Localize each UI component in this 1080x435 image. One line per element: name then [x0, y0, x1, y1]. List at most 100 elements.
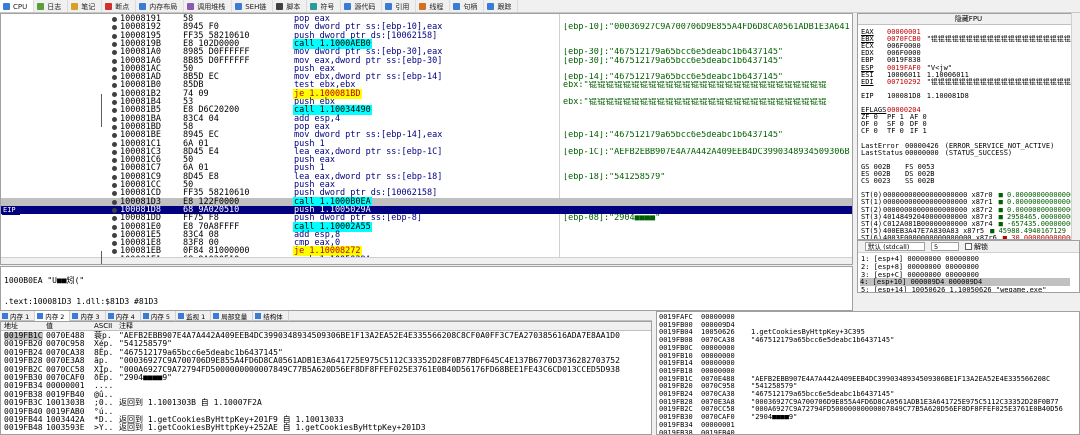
tab-11[interactable]: 线程 [416, 0, 451, 12]
register-name: LastStatus [861, 148, 904, 157]
dump-header-address[interactable]: 地址 [4, 322, 18, 331]
tab-4[interactable]: 内存布局 [136, 0, 185, 12]
dump-row[interactable]: 0019FB48 1003593E >Y.. 返回到 1.getCookiesByHt… [1, 424, 651, 433]
memory-dump-panel[interactable]: 地址 值 ASCII 注释 0019FB1C 0070E488 蓑p. "AEFB2E… [0, 321, 652, 435]
tab-5[interactable]: 调用堆栈 [184, 0, 233, 12]
breakpoint-dot[interactable] [112, 50, 117, 56]
registers-panel[interactable]: 隐藏FPU EAX 00000001 EBX 0070FCB0 "锟锟锟锟锟锟锟锟锟锟锟… [857, 13, 1080, 240]
register-name: EDI [861, 77, 874, 86]
breakpoint-dot[interactable] [112, 17, 117, 22]
breakpoint-dot[interactable] [112, 108, 117, 114]
breakpoint-dot[interactable] [112, 124, 117, 130]
breakpoint-dot[interactable] [112, 133, 117, 139]
dump-tab-3[interactable]: 内存 4 [106, 311, 141, 321]
argument-row[interactable]: 5: [esp+14] 10050626 1.10050626 "wegame.… [861, 286, 1046, 292]
breakpoint-dot[interactable] [112, 149, 117, 155]
breakpoint-dot[interactable] [112, 33, 117, 39]
dump-header-value[interactable]: 值 [46, 322, 53, 331]
tab-2[interactable]: 笔记 [68, 0, 103, 12]
unlock-checkbox[interactable] [965, 243, 972, 250]
breakpoint-dot[interactable] [112, 58, 117, 64]
tab-1[interactable]: 日志 [34, 0, 69, 12]
breakpoint-dot[interactable] [112, 83, 117, 89]
tab-icon [453, 3, 461, 10]
tab-12[interactable]: 句柄 [450, 0, 485, 12]
tab-13[interactable]: 跟踪 [484, 0, 519, 12]
breakpoint-dot[interactable] [112, 100, 117, 105]
tab-0[interactable]: CPU [0, 0, 35, 12]
breakpoint-dot[interactable] [112, 158, 117, 164]
breakpoint-dot[interactable] [112, 41, 117, 47]
argument-count-spinbox[interactable]: 5 [931, 242, 959, 251]
breakpoint-dot[interactable] [112, 91, 117, 97]
breakpoint-dot[interactable] [112, 207, 117, 213]
breakpoint-dot[interactable] [112, 191, 117, 197]
dump-header-comment[interactable]: 注释 [119, 322, 133, 331]
breakpoint-dot[interactable] [112, 116, 117, 122]
tab-9[interactable]: 源代码 [341, 0, 383, 12]
register-comment: 1.100081D8 [926, 91, 969, 100]
instruction-comment: [ebp-30]:"467512179a65bcc6e5deabc1b64371… [563, 56, 784, 65]
register-line[interactable]: CS 0023 SS 002B [861, 177, 941, 185]
tab-10[interactable]: 引用 [382, 0, 417, 12]
register-line[interactable]: LastStatus 00000000 (STATUS_SUCCESS) [861, 149, 1012, 157]
argument-row[interactable]: 2: [esp+8] 00000000 00000000 [861, 263, 979, 271]
tab-8[interactable]: 符号 [307, 0, 342, 12]
instruction-comment: [ebp-18]:"541258579" [563, 172, 666, 181]
stack-panel[interactable]: 0019FAFC 00000000 0019FB00 000009D4 0019FB04… [656, 311, 1080, 435]
calling-convention-select[interactable]: 默认 (stdcall) [865, 242, 925, 251]
register-line[interactable]: EDI 00710292 "锟锟锟锟锟锟锟锟锟锟锟锟锟锟锟锟锟锟锟锟锟" [861, 77, 1079, 86]
breakpoint-dot[interactable] [112, 66, 117, 72]
tab-icon [71, 3, 79, 10]
jump-arrow-line [101, 93, 102, 127]
stack-row[interactable]: 0019FB38 0019FB40 [657, 428, 1079, 435]
dump-tab-label: 监视 1 [186, 313, 206, 321]
breakpoint-dot[interactable] [112, 166, 117, 172]
breakpoint-dot[interactable] [112, 232, 117, 238]
dump-tab-1[interactable]: 内存 2 [35, 311, 71, 321]
tab-label: 源代码 [354, 2, 376, 11]
tab-6[interactable]: SEH链 [232, 0, 274, 12]
breakpoint-dot[interactable] [112, 249, 117, 255]
argument-row[interactable]: 1: [esp+4] 00000000 00000000 [861, 255, 979, 263]
argument-row[interactable]: 3: [esp+C] 00000000 00000000 [861, 271, 979, 279]
breakpoint-dot[interactable] [112, 216, 117, 222]
instruction-bytes: 74 09 [183, 88, 209, 99]
tab-icon [487, 3, 495, 10]
instruction-comment: ebx:"锟锟锟锟锟锟锟锟锟锟锟锟锟锟锟锟锟锟锟锟锟锟锟锟锟锟锟锟 [563, 81, 827, 90]
tab-3[interactable]: 断点 [102, 0, 137, 12]
tab-7[interactable]: 脚本 [273, 0, 308, 12]
tab-icon [37, 3, 45, 10]
cpu-disassembly-panel[interactable]: 10008191 58 pop eax 10008192 8945 F0 mov dwor… [0, 13, 853, 265]
breakpoint-dot[interactable] [112, 241, 117, 247]
stack-value: 0019FB40 [701, 428, 735, 435]
breakpoint-dot[interactable] [112, 75, 117, 81]
register-line[interactable]: EIP 100081D8 1.100081D8 [861, 92, 969, 100]
dump-comment: "000A6927C9A72794FD5000000000007849C77B5… [119, 364, 620, 374]
dump-tab-2[interactable]: 内存 3 [70, 311, 106, 321]
registers-scrollbar[interactable] [1071, 13, 1080, 240]
instruction-comment: [ebp-10]:"00036927C9A700706D9E855A4FD6D8… [563, 23, 850, 32]
dump-header-ascii[interactable]: ASCII [94, 322, 112, 331]
dump-tab-6[interactable]: 局部变量 [211, 311, 254, 321]
instruction-text: add esp,4 [293, 114, 559, 123]
breakpoint-dot[interactable] [112, 224, 117, 230]
breakpoint-dot[interactable] [112, 174, 117, 180]
dump-tab-5[interactable]: 监视 1 [176, 311, 212, 321]
instruction-comment: [ebp-14]:"467512179a65bcc6e5deabc1b64371… [563, 73, 784, 82]
breakpoint-dot[interactable] [112, 199, 117, 205]
breakpoint-dot[interactable] [112, 25, 117, 31]
horizontal-scrollbar[interactable] [1, 257, 852, 264]
hide-fpu-toggle[interactable]: 隐藏FPU [858, 14, 1079, 25]
dump-tab-0[interactable]: 内存 1 [0, 311, 36, 321]
dump-comment: "2904■■■■9" [119, 373, 172, 382]
argument-row[interactable]: 4: [esp+10] 000009D4 000009D4 [860, 278, 1070, 287]
breakpoint-dot[interactable] [112, 183, 117, 188]
dump-tab-4[interactable]: 内存 5 [141, 311, 177, 321]
register-line[interactable]: CF 0 TF 0 IF 1 [861, 127, 927, 135]
breakpoint-dot[interactable] [112, 141, 117, 147]
dump-tab-7[interactable]: 结构体 [253, 311, 289, 321]
unlock-label: 解锁 [974, 242, 988, 251]
register-comment: (STATUS_SUCCESS) [944, 148, 1013, 157]
tab-label: 日志 [47, 2, 62, 11]
